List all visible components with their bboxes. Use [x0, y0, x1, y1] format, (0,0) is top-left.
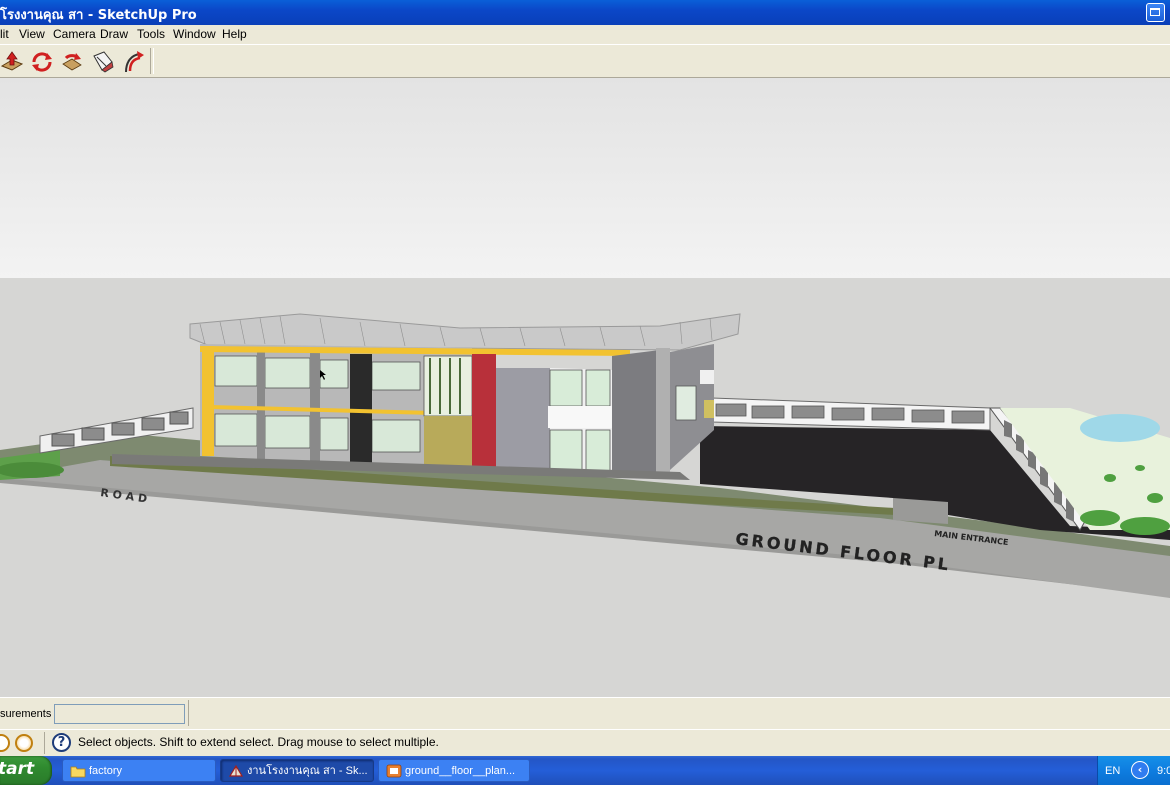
- menu-camera[interactable]: Camera: [53, 27, 96, 41]
- folder-icon: [70, 766, 86, 778]
- clock[interactable]: 9:0: [1157, 765, 1170, 777]
- toolbar-separator: [150, 48, 154, 74]
- push-pull-icon[interactable]: [0, 50, 24, 74]
- language-indicator[interactable]: EN: [1105, 765, 1120, 777]
- image-viewer-icon: [386, 764, 402, 778]
- sky: [0, 78, 1170, 278]
- tray-expand-icon[interactable]: ‹: [1131, 761, 1149, 779]
- lobby-wall: [424, 416, 472, 466]
- follow-me-icon[interactable]: [121, 50, 145, 74]
- lobby-glazing: [423, 355, 473, 417]
- task-label: factory: [89, 765, 123, 777]
- window-control-button[interactable]: [1146, 3, 1165, 22]
- status-text: Select objects. Shift to extend select. …: [78, 735, 439, 749]
- help-icon[interactable]: ?: [52, 733, 71, 752]
- sketchup-icon: [228, 764, 244, 777]
- window-title: โรงงานคุณ สา - SketchUp Pro: [0, 8, 197, 23]
- task-image-viewer[interactable]: ground__floor__plan...: [378, 759, 530, 782]
- start-button[interactable]: tart: [0, 756, 52, 785]
- white-band: [548, 406, 614, 428]
- orbit-icon[interactable]: [30, 50, 54, 74]
- side-accent: [704, 400, 714, 418]
- task-label: ground__floor__plan...: [405, 765, 516, 777]
- menu-help[interactable]: Help: [222, 27, 247, 41]
- menu-tools[interactable]: Tools: [137, 27, 165, 41]
- model-viewport[interactable]: R O A D MAIN ENTRANCE GROUND FLOOR PL: [0, 78, 1170, 697]
- measurements-field[interactable]: [54, 704, 185, 724]
- tower-column: [656, 348, 670, 478]
- 3d-scene: R O A D MAIN ENTRANCE GROUND FLOOR PL: [0, 78, 1170, 697]
- pond: [1080, 414, 1160, 442]
- menu-draw[interactable]: Draw: [100, 27, 128, 41]
- menu-edit[interactable]: lit: [0, 27, 9, 41]
- yellow-column: [202, 346, 214, 456]
- task-sketchup[interactable]: งานโรงงานคุณ สา - Sk...: [220, 759, 374, 782]
- measurements-label: surements: [0, 708, 52, 720]
- gray-block: [496, 368, 550, 474]
- menu-view[interactable]: View: [19, 27, 45, 41]
- side-panel: [700, 370, 714, 384]
- menu-window[interactable]: Window: [173, 27, 216, 41]
- side-window: [675, 385, 697, 421]
- status-separator: [44, 732, 45, 754]
- toolbar: [0, 44, 1170, 78]
- title-bar: โรงงานคุณ สา - SketchUp Pro: [0, 0, 1170, 25]
- rotate-icon[interactable]: [60, 50, 84, 74]
- credits-icon[interactable]: [15, 734, 33, 752]
- stair-tower: [612, 350, 660, 474]
- parking-curb: [893, 498, 948, 524]
- red-block: [472, 354, 496, 472]
- paint-bucket-icon[interactable]: [91, 50, 115, 74]
- restore-icon: [1150, 8, 1160, 16]
- measurements-separator: [188, 700, 189, 726]
- task-label: งานโรงงานคุณ สา - Sk...: [247, 765, 368, 777]
- task-factory[interactable]: factory: [62, 759, 216, 782]
- start-label: tart: [0, 759, 35, 779]
